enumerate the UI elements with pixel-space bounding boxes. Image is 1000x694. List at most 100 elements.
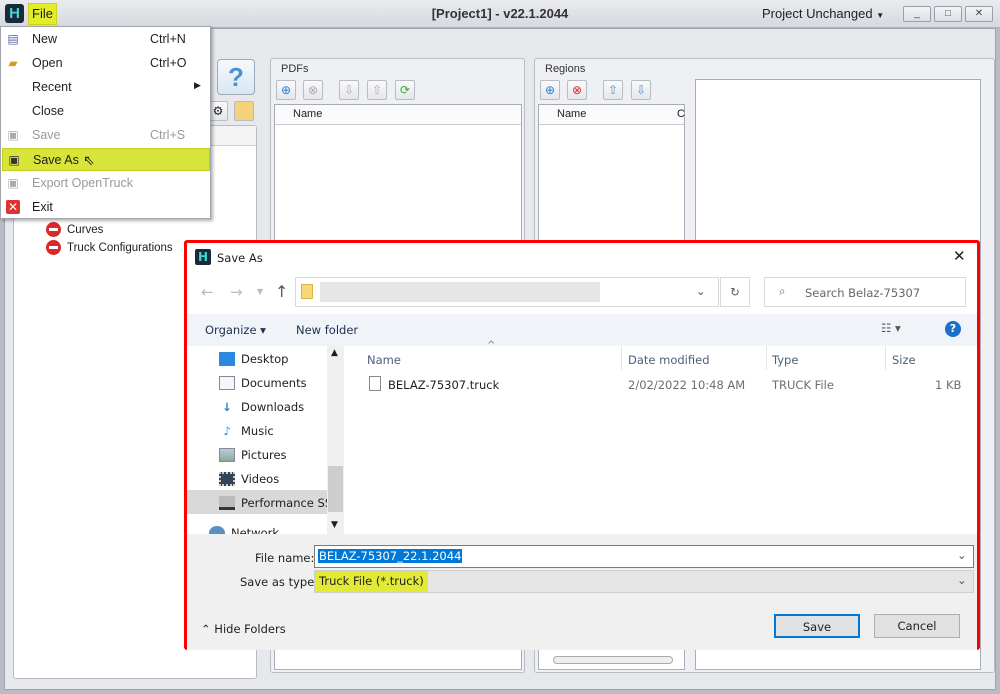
pictures-icon (219, 448, 235, 462)
dialog-title: Save As (217, 251, 263, 265)
menu-item-open[interactable]: ▰ Open Ctrl+O (2, 52, 210, 75)
scroll-down-icon[interactable]: ▼ (331, 520, 338, 530)
project-state-dropdown[interactable]: Project Unchanged ▼ (762, 6, 884, 21)
music-icon: ♪ (223, 424, 231, 438)
chevron-down-icon: ▼ (876, 11, 885, 20)
project-state-label: Project Unchanged (762, 6, 873, 21)
nav-item-network[interactable]: Network (209, 526, 279, 534)
view-options-icon[interactable]: ☷ ▾ (881, 321, 901, 335)
column-header-c[interactable]: C (677, 108, 685, 120)
nav-item-desktop[interactable]: Desktop (219, 352, 288, 366)
scroll-thumb[interactable] (328, 466, 343, 512)
drive-icon (219, 496, 235, 510)
add-icon[interactable]: ⊕ (540, 80, 560, 100)
new-folder-button[interactable]: New folder (296, 323, 358, 337)
file-size: 1 KB (935, 378, 962, 392)
floppy-icon: ▣ (7, 176, 19, 190)
menu-label: Export OpenTruck (32, 176, 133, 190)
scroll-up-icon[interactable]: ▲ (331, 348, 338, 358)
save-as-dialog: H Save As ✕ ← → ▼ ↑ ⌄ ↻ ⌕ Search Belaz-7… (184, 240, 980, 650)
save-button[interactable]: Save (774, 614, 860, 638)
menu-item-recent[interactable]: Recent ▶ (2, 76, 210, 99)
move-up-icon: ⇧ (367, 80, 387, 100)
organize-button[interactable]: Organize ▾ (205, 323, 266, 337)
remove-icon: ⊗ (303, 80, 323, 100)
settings-icon[interactable]: ⚙ (208, 101, 228, 121)
menu-item-export-opentruck: ▣ Export OpenTruck (2, 172, 210, 195)
move-down-icon[interactable]: ⇩ (631, 80, 651, 100)
recent-locations-icon[interactable]: ▼ (257, 287, 263, 296)
menu-label: New (32, 32, 58, 46)
address-bar[interactable]: ⌄ (295, 277, 719, 307)
nav-label: Downloads (241, 400, 305, 414)
navigation-pane: Desktop Documents ↓ Downloads ♪ Music Pict… (187, 346, 344, 534)
menu-label: Recent (32, 80, 72, 94)
nav-item-downloads[interactable]: ↓ Downloads (219, 400, 304, 414)
exit-icon: ✕ (6, 200, 20, 214)
dialog-close-button[interactable]: ✕ (953, 247, 966, 265)
document-icon: ▤ (7, 32, 19, 46)
menu-item-new[interactable]: ▤ New Ctrl+N (2, 28, 210, 51)
blurred-path (320, 282, 600, 302)
file-name-label: File name: (255, 551, 315, 565)
chevron-down-icon[interactable]: ⌄ (696, 284, 706, 298)
hide-folders-button[interactable]: ⌃ Hide Folders (201, 622, 286, 636)
column-header-name[interactable]: Name (367, 353, 401, 367)
search-input[interactable]: ⌕ Search Belaz-75307 (764, 277, 966, 307)
forward-icon: → (230, 283, 243, 301)
column-header-size[interactable]: Size (892, 353, 916, 367)
menu-item-exit[interactable]: ✕ Exit (2, 196, 210, 219)
tree-item-truck-configurations[interactable]: Truck Configurations (46, 240, 173, 255)
nav-label: Performance SSD (241, 496, 329, 510)
help-button[interactable]: ? (217, 59, 255, 95)
dialog-toolbar: Organize ▾ New folder ☷ ▾ ? (187, 314, 977, 346)
menu-shortcut: Ctrl+S (150, 128, 186, 142)
nav-item-music[interactable]: ♪ Music (219, 424, 273, 438)
nav-label: Desktop (241, 352, 289, 366)
file-list: ^ Name Date modified Type Size BELAZ-753… (347, 340, 977, 534)
folder-open-icon: ▰ (8, 56, 18, 70)
column-header-name[interactable]: Name (557, 108, 586, 120)
remove-icon[interactable]: ⊗ (567, 80, 587, 100)
app-logo-icon: H (195, 249, 211, 265)
menu-item-close[interactable]: Close (2, 100, 210, 123)
download-icon: ↓ (222, 400, 232, 414)
regions-title: Regions (545, 63, 586, 75)
up-folder-icon[interactable]: ↑ (275, 282, 288, 301)
notes-icon[interactable] (234, 101, 254, 121)
network-icon (209, 526, 225, 534)
nav-scrollbar[interactable]: ▲ ▼ (327, 346, 344, 534)
chevron-down-icon[interactable]: ⌄ (957, 573, 967, 587)
nav-label: Network (231, 526, 280, 534)
save-type-select[interactable]: Truck File (*.truck) ⌄ (314, 570, 974, 593)
menu-item-save-as[interactable]: ▣ Save As ⇖ (2, 148, 210, 171)
help-icon[interactable]: ? (945, 321, 961, 337)
nav-label: Documents (241, 376, 307, 390)
add-icon[interactable]: ⊕ (276, 80, 296, 100)
nav-item-performance-ssd[interactable]: Performance SSD (219, 496, 329, 510)
cancel-button[interactable]: Cancel (874, 614, 960, 638)
horizontal-scrollbar[interactable] (553, 656, 673, 664)
column-header-date-modified[interactable]: Date modified (628, 353, 710, 367)
file-row[interactable]: BELAZ-75307.truck 2/02/2022 10:48 AM TRU… (363, 374, 963, 396)
desktop-icon (219, 352, 235, 366)
nav-item-pictures[interactable]: Pictures (219, 448, 287, 462)
maximize-button[interactable]: □ (934, 6, 962, 22)
close-button[interactable]: ✕ (965, 6, 993, 22)
refresh-icon[interactable]: ↻ (720, 277, 750, 307)
column-header-name[interactable]: Name (293, 108, 322, 120)
minimize-button[interactable]: _ (903, 6, 931, 22)
file-icon (369, 376, 381, 391)
chevron-down-icon[interactable]: ⌄ (957, 548, 967, 562)
file-name-input[interactable]: BELAZ-75307_22.1.2044 ⌄ (314, 545, 974, 568)
move-up-icon[interactable]: ⇧ (603, 80, 623, 100)
refresh-icon[interactable]: ⟳ (395, 80, 415, 100)
hide-folders-label: Hide Folders (214, 622, 286, 636)
column-header-type[interactable]: Type (772, 353, 798, 367)
nav-item-documents[interactable]: Documents (219, 376, 307, 390)
title-bar: H File [Project1] - v22.1.2044 Project U… (0, 0, 1000, 28)
search-icon: ⌕ (779, 284, 786, 298)
nav-item-videos[interactable]: Videos (219, 472, 279, 486)
tree-item-curves[interactable]: Curves (46, 222, 103, 237)
dialog-bottom: File name: BELAZ-75307_22.1.2044 ⌄ Save … (187, 534, 977, 650)
